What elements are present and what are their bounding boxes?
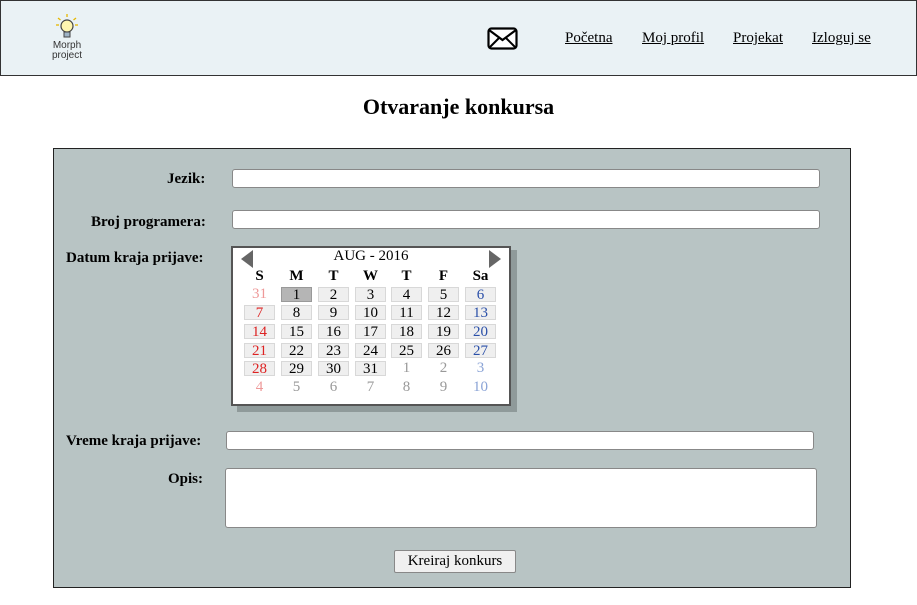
calendar-day[interactable]: 2 bbox=[428, 361, 459, 376]
calendar-day[interactable]: 3 bbox=[355, 287, 386, 303]
calendar-day[interactable]: 8 bbox=[281, 305, 312, 321]
calendar-day[interactable]: 13 bbox=[465, 305, 496, 321]
calendar-day[interactable]: 6 bbox=[318, 380, 349, 395]
deadline-time-label: Vreme kraja prijave: bbox=[66, 433, 202, 449]
calendar-day[interactable]: 22 bbox=[281, 343, 312, 359]
calendar-day[interactable]: 7 bbox=[244, 305, 275, 321]
calendar-day[interactable]: 9 bbox=[318, 305, 349, 321]
calendar-day[interactable]: 1 bbox=[391, 361, 422, 376]
create-contest-button[interactable]: Kreiraj konkurs bbox=[394, 550, 516, 573]
calendar-day[interactable]: 19 bbox=[428, 324, 459, 340]
calendar-day[interactable]: 21 bbox=[244, 343, 275, 359]
calendar-day[interactable]: 10 bbox=[355, 305, 386, 321]
calendar-day[interactable]: 4 bbox=[391, 287, 422, 303]
calendar-day[interactable]: 27 bbox=[465, 343, 496, 359]
lightbulb-icon bbox=[56, 14, 78, 38]
calendar-day[interactable]: 31 bbox=[355, 361, 386, 377]
nav-home-link[interactable]: Početna bbox=[565, 30, 612, 47]
calendar-month-label: AUG - 2016 bbox=[333, 248, 409, 264]
calendar-day[interactable]: 25 bbox=[391, 343, 422, 359]
calendar-day[interactable]: 18 bbox=[391, 324, 422, 340]
calendar-day[interactable]: 30 bbox=[318, 361, 349, 377]
weekday-header: T bbox=[328, 268, 339, 284]
top-bar: Morph project Početna Moj profil Projeka… bbox=[0, 0, 917, 76]
deadline-date-label: Datum kraja prijave: bbox=[66, 250, 204, 266]
calendar-day[interactable]: 20 bbox=[465, 324, 496, 340]
description-textarea[interactable] bbox=[225, 468, 817, 528]
calendar-day[interactable]: 12 bbox=[428, 305, 459, 321]
triangle-right-icon[interactable] bbox=[489, 250, 501, 268]
envelope-icon[interactable] bbox=[487, 27, 518, 50]
calendar-day[interactable]: 9 bbox=[428, 380, 459, 395]
language-label: Jezik: bbox=[167, 171, 206, 187]
calendar-day[interactable]: 1 bbox=[281, 287, 312, 303]
calendar-day[interactable]: 5 bbox=[281, 380, 312, 395]
programmers-count-label: Broj programera: bbox=[91, 214, 206, 230]
weekday-header: Sa bbox=[472, 268, 489, 284]
morph-project-logo[interactable]: Morph project bbox=[47, 13, 87, 65]
calendar-day[interactable]: 3 bbox=[465, 361, 496, 376]
calendar-day[interactable]: 24 bbox=[355, 343, 386, 359]
calendar-day[interactable]: 29 bbox=[281, 361, 312, 377]
calendar-day[interactable]: 8 bbox=[391, 380, 422, 395]
calendar-day[interactable]: 14 bbox=[244, 324, 275, 340]
calendar-day[interactable]: 16 bbox=[318, 324, 349, 340]
calendar-day[interactable]: 28 bbox=[244, 361, 275, 377]
language-input[interactable] bbox=[232, 169, 820, 188]
date-picker-calendar: AUG - 2016 S M T W T F Sa 31 1 2 3 4 5 6 7 8 9 10 11 12 13 14… bbox=[231, 246, 511, 406]
weekday-header: M bbox=[289, 268, 304, 284]
calendar-day[interactable]: 5 bbox=[428, 287, 459, 303]
logo-text-project: project bbox=[51, 50, 82, 61]
nav-logout-link[interactable]: Izloguj se bbox=[812, 30, 871, 47]
programmers-count-input[interactable] bbox=[232, 210, 820, 229]
page-title: Otvaranje konkursa bbox=[362, 94, 555, 119]
calendar-day[interactable]: 11 bbox=[391, 305, 422, 321]
nav-profile-link[interactable]: Moj profil bbox=[642, 30, 704, 47]
weekday-header: F bbox=[438, 268, 449, 284]
calendar-day[interactable]: 17 bbox=[355, 324, 386, 340]
weekday-header: W bbox=[363, 268, 378, 284]
calendar-day[interactable]: 4 bbox=[244, 380, 275, 395]
weekday-header: T bbox=[401, 268, 412, 284]
calendar-day[interactable]: 23 bbox=[318, 343, 349, 359]
description-label: Opis: bbox=[168, 471, 204, 487]
calendar-day[interactable]: 2 bbox=[318, 287, 349, 303]
calendar-day[interactable]: 31 bbox=[244, 287, 275, 302]
calendar-day[interactable]: 6 bbox=[465, 287, 496, 303]
calendar-day[interactable]: 26 bbox=[428, 343, 459, 359]
calendar-day[interactable]: 15 bbox=[281, 324, 312, 340]
weekday-header: S bbox=[255, 268, 264, 284]
nav-project-link[interactable]: Projekat bbox=[733, 30, 783, 47]
calendar-day[interactable]: 10 bbox=[465, 380, 496, 395]
calendar-day[interactable]: 7 bbox=[355, 380, 386, 395]
deadline-time-input[interactable] bbox=[226, 431, 814, 450]
